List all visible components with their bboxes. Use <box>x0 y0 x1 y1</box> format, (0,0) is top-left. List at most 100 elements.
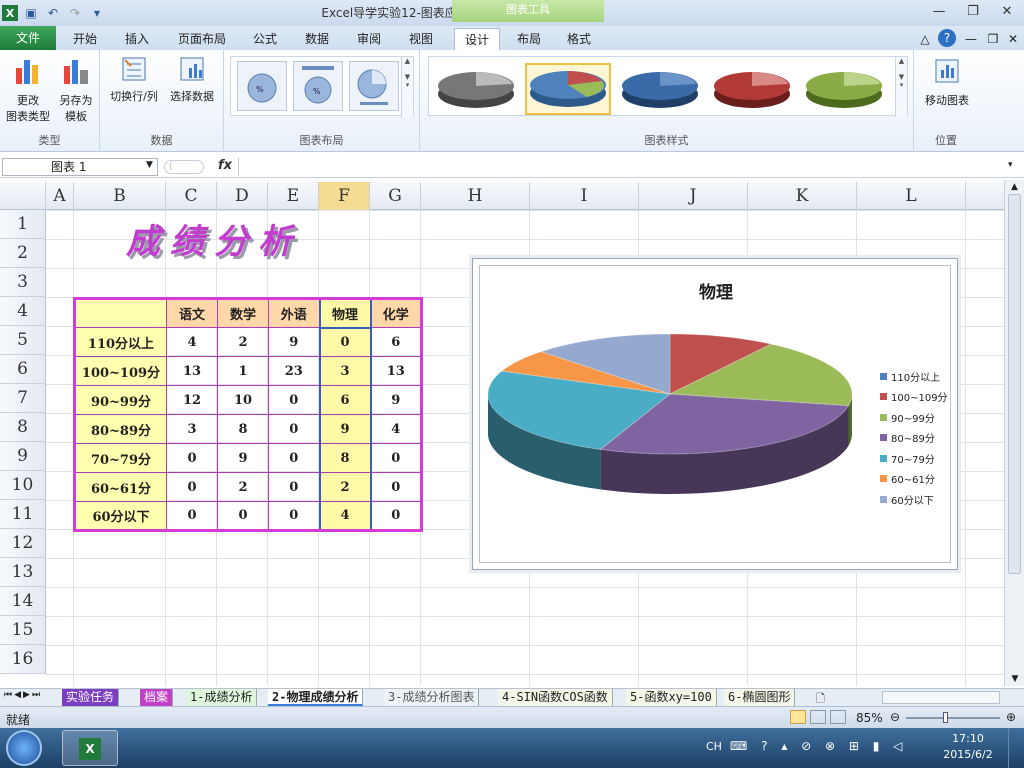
value-cell[interactable]: 0 <box>166 443 218 473</box>
close-icon[interactable]: ✕ <box>990 0 1024 22</box>
switch-row-column-button[interactable]: 切换行/列 <box>106 56 162 105</box>
column-header[interactable]: J <box>639 182 748 210</box>
tab-file[interactable]: 文件 <box>0 26 56 50</box>
style-option[interactable] <box>617 63 703 115</box>
styles-gallery-scroll[interactable]: ▲ ▼ ▾ <box>895 57 907 117</box>
minimize-icon[interactable]: — <box>922 0 956 22</box>
chart-area[interactable]: 物理 110分以上 100~109分 90~99分 80~89分 70~79分 60~61… <box>479 265 951 563</box>
layout-gallery-scroll[interactable]: ▲ ▼ ▾ <box>401 57 413 117</box>
header-cell[interactable]: 化学 <box>370 298 422 328</box>
row-header[interactable]: 2 <box>0 239 46 268</box>
row-label-cell[interactable]: 60分以下 <box>74 501 167 531</box>
value-cell[interactable]: 4 <box>318 501 372 531</box>
column-header[interactable]: B <box>74 182 166 210</box>
style-option-selected[interactable] <box>525 63 611 115</box>
column-header[interactable]: G <box>370 182 421 210</box>
value-cell[interactable]: 2 <box>217 327 269 357</box>
save-as-template-button[interactable]: 另存为 模板 <box>52 56 100 125</box>
row-header[interactable]: 14 <box>0 587 46 616</box>
value-cell[interactable]: 1 <box>217 356 269 386</box>
horizontal-scrollbar[interactable] <box>882 691 1000 704</box>
sheet-tab[interactable]: 实验任务 <box>62 689 120 706</box>
value-cell[interactable]: 0 <box>268 443 320 473</box>
scroll-down-icon[interactable]: ▼ <box>1005 674 1024 684</box>
wordart-title[interactable]: 成绩分析 <box>126 214 302 263</box>
tab-formulas[interactable]: 公式 <box>242 28 288 50</box>
show-desktop-button[interactable] <box>1008 728 1024 768</box>
zoom-out-icon[interactable]: ⊖ <box>890 710 900 724</box>
tab-format[interactable]: 格式 <box>556 28 602 50</box>
name-box[interactable]: 图表 1 <box>2 158 158 176</box>
row-header[interactable]: 6 <box>0 355 46 384</box>
row-label-cell[interactable]: 90~99分 <box>74 385 167 415</box>
sheet-tab[interactable]: 5-函数xy=100 <box>626 689 717 706</box>
column-header[interactable]: K <box>748 182 857 210</box>
layout-1[interactable]: % <box>237 61 287 111</box>
value-cell[interactable]: 13 <box>370 356 422 386</box>
sheet-tab[interactable]: 6-椭圆图形 <box>724 689 796 706</box>
value-cell[interactable]: 0 <box>268 501 320 531</box>
column-header[interactable]: I <box>530 182 639 210</box>
row-header[interactable]: 9 <box>0 442 46 471</box>
row-label-cell[interactable]: 70~79分 <box>74 443 167 473</box>
column-header[interactable]: F <box>319 182 370 210</box>
style-option[interactable] <box>709 63 795 115</box>
row-header[interactable]: 1 <box>0 210 46 239</box>
value-cell[interactable]: 9 <box>370 385 422 415</box>
legend-item[interactable]: 80~89分 <box>880 428 948 449</box>
change-chart-type-button[interactable]: 更改 图表类型 <box>4 56 52 125</box>
sheet-nav-icon[interactable]: ⏮◀▶⏭ <box>4 690 42 700</box>
value-cell[interactable]: 23 <box>268 356 320 386</box>
column-header[interactable]: C <box>166 182 217 210</box>
legend-item[interactable]: 60分以下 <box>880 489 948 510</box>
row-header[interactable]: 15 <box>0 616 46 645</box>
value-cell[interactable]: 2 <box>217 472 269 502</box>
chart-legend[interactable]: 110分以上 100~109分 90~99分 80~89分 70~79分 60~61分 60… <box>880 366 948 510</box>
value-cell[interactable]: 6 <box>370 327 422 357</box>
column-header[interactable]: L <box>857 182 966 210</box>
value-cell[interactable]: 4 <box>166 327 218 357</box>
value-cell[interactable]: 0 <box>370 501 422 531</box>
normal-view-icon[interactable] <box>790 710 806 724</box>
restore-icon[interactable]: ❐ <box>956 0 990 22</box>
header-cell[interactable]: 外语 <box>268 298 320 328</box>
value-cell[interactable]: 10 <box>217 385 269 415</box>
value-cell[interactable]: 0 <box>370 443 422 473</box>
zoom-in-icon[interactable]: ⊕ <box>1006 710 1016 724</box>
legend-item[interactable]: 90~99分 <box>880 407 948 428</box>
legend-item[interactable]: 100~109分 <box>880 387 948 408</box>
row-header[interactable]: 3 <box>0 268 46 297</box>
value-cell[interactable]: 0 <box>268 472 320 502</box>
tab-layout[interactable]: 布局 <box>506 28 552 50</box>
row-header[interactable]: 7 <box>0 384 46 413</box>
value-cell[interactable]: 6 <box>318 385 372 415</box>
row-header[interactable]: 5 <box>0 326 46 355</box>
column-header[interactable]: D <box>217 182 268 210</box>
formula-bar-splitter[interactable]: ( <box>164 160 204 174</box>
select-data-button[interactable]: 选择数据 <box>164 56 220 105</box>
name-box-dropdown-icon[interactable]: ▼ <box>146 160 153 170</box>
select-all-corner[interactable] <box>0 182 46 210</box>
vertical-scrollbar[interactable]: ▲ ▼ <box>1004 180 1024 686</box>
layout-3[interactable] <box>349 61 399 111</box>
value-cell[interactable]: 0 <box>268 414 320 444</box>
help-icon[interactable]: ? <box>938 29 956 47</box>
value-cell[interactable]: 2 <box>318 472 372 502</box>
column-header[interactable]: H <box>421 182 530 210</box>
zoom-slider-thumb[interactable] <box>943 712 948 723</box>
value-cell[interactable]: 9 <box>268 327 320 357</box>
value-cell[interactable]: 8 <box>318 443 372 473</box>
value-cell[interactable]: 9 <box>318 414 372 444</box>
tray-icons[interactable]: ⌨ ? ▴ ⊘ ⊗ ⊞ ▮ ◁ <box>730 739 907 753</box>
row-header[interactable]: 12 <box>0 529 46 558</box>
input-language[interactable]: CH <box>706 740 722 753</box>
row-label-cell[interactable]: 100~109分 <box>74 356 167 386</box>
taskbar-excel-button[interactable]: X <box>62 730 118 766</box>
move-chart-button[interactable]: 移动图表 <box>918 56 976 109</box>
row-header[interactable]: 11 <box>0 500 46 529</box>
chart-object[interactable]: 物理 110分以上 100~109分 90~99分 80~89分 70~79分 60~61… <box>472 258 958 570</box>
sheet-tab[interactable]: 4-SIN函数COS函数 <box>498 689 613 706</box>
row-label-cell[interactable]: 60~61分 <box>74 472 167 502</box>
zoom-slider[interactable] <box>906 717 1000 719</box>
column-header[interactable]: A <box>46 182 74 210</box>
